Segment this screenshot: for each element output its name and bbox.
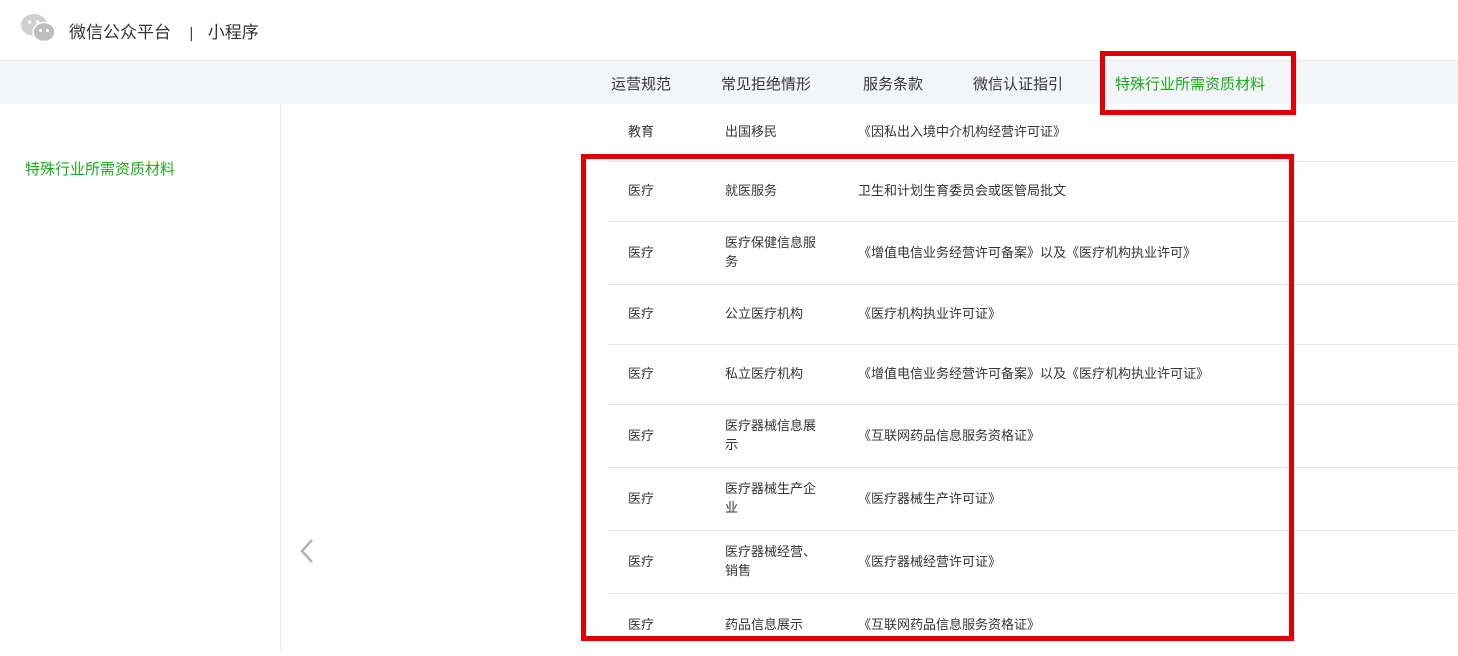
tab-special-industry-qualifications[interactable]: 特殊行业所需资质材料 (1115, 73, 1265, 94)
category-cell: 就医服务 (725, 184, 778, 199)
table-row: 医疗 私立医疗机构 《增值电信业务经营许可备案》以及《医疗机构执业许可证》 (608, 345, 1458, 405)
category-cell: 医疗器械经营、销售 (725, 545, 817, 579)
brand-separator: | (189, 26, 194, 42)
category-cell: 医疗保健信息服务 (725, 236, 817, 270)
table-row: 教育 出国移民 《因私出入境中介机构经营许可证》 (608, 104, 1458, 162)
industry-cell: 医疗 (628, 554, 655, 570)
table-row: 医疗 就医服务 卫生和计划生育委员会或医管局批文 (608, 162, 1458, 222)
industry-cell: 医疗 (628, 491, 655, 507)
tab-operation-rules[interactable]: 运营规范 (611, 73, 671, 94)
brand-subtitle[interactable]: 小程序 (208, 23, 259, 43)
industry-cell: 医疗 (628, 245, 655, 261)
table-row: 医疗 医疗保健信息服务 《增值电信业务经营许可备案》以及《医疗机构执业许可》 (608, 222, 1458, 285)
table-row: 医疗 公立医疗机构 《医疗机构执业许可证》 (608, 285, 1458, 345)
chevron-left-icon[interactable] (296, 536, 318, 566)
category-cell: 私立医疗机构 (725, 367, 804, 382)
wechat-logo-icon[interactable] (20, 12, 56, 44)
material-cell: 《增值电信业务经营许可备案》以及《医疗机构执业许可》 (858, 245, 1197, 261)
tab-wechat-certification-guide[interactable]: 微信认证指引 (973, 73, 1063, 94)
brand-title: 微信公众平台 | 小程序 (69, 18, 259, 43)
material-cell: 《互联网药品信息服务资格证》 (858, 617, 1041, 633)
brand-name[interactable]: 微信公众平台 (69, 23, 171, 43)
category-cell: 药品信息展示 (725, 617, 804, 633)
table-row: 医疗 医疗器械经营、销售 《医疗器械经营许可证》 (608, 531, 1458, 594)
material-cell: 《医疗器械生产许可证》 (858, 491, 1002, 507)
material-cell: 卫生和计划生育委员会或医管局批文 (858, 184, 1067, 199)
industry-cell: 教育 (628, 125, 655, 140)
category-cell: 公立医疗机构 (725, 307, 804, 322)
industry-cell: 医疗 (628, 428, 655, 444)
sidebar: 特殊行业所需资质材料 (0, 104, 281, 650)
industry-cell: 医疗 (628, 307, 655, 322)
top-header: 微信公众平台 | 小程序 (0, 0, 1458, 61)
material-cell: 《医疗器械经营许可证》 (858, 554, 1002, 570)
category-cell: 医疗器械信息展示 (725, 419, 817, 453)
category-cell: 出国移民 (725, 125, 778, 140)
industry-cell: 医疗 (628, 617, 655, 633)
category-cell: 医疗器械生产企业 (725, 482, 817, 516)
material-cell: 《互联网药品信息服务资格证》 (858, 428, 1041, 444)
material-cell: 《增值电信业务经营许可备案》以及《医疗机构执业许可证》 (858, 367, 1210, 382)
table-row: 医疗 药品信息展示 《互联网药品信息服务资格证》 (608, 594, 1458, 650)
sidebar-item-special-industry[interactable]: 特殊行业所需资质材料 (25, 158, 175, 179)
tab-common-rejections[interactable]: 常见拒绝情形 (721, 73, 811, 94)
table-row: 医疗 医疗器械生产企业 《医疗器械生产许可证》 (608, 468, 1458, 531)
nav-bar: 运营规范 常见拒绝情形 服务条款 微信认证指引 特殊行业所需资质材料 (0, 61, 1458, 104)
material-cell: 《因私出入境中介机构经营许可证》 (858, 125, 1067, 140)
tab-service-terms[interactable]: 服务条款 (863, 73, 923, 94)
material-cell: 《医疗机构执业许可证》 (858, 307, 1002, 322)
industry-cell: 医疗 (628, 184, 655, 199)
table-row: 医疗 医疗器械信息展示 《互联网药品信息服务资格证》 (608, 405, 1458, 468)
industry-cell: 医疗 (628, 367, 655, 382)
